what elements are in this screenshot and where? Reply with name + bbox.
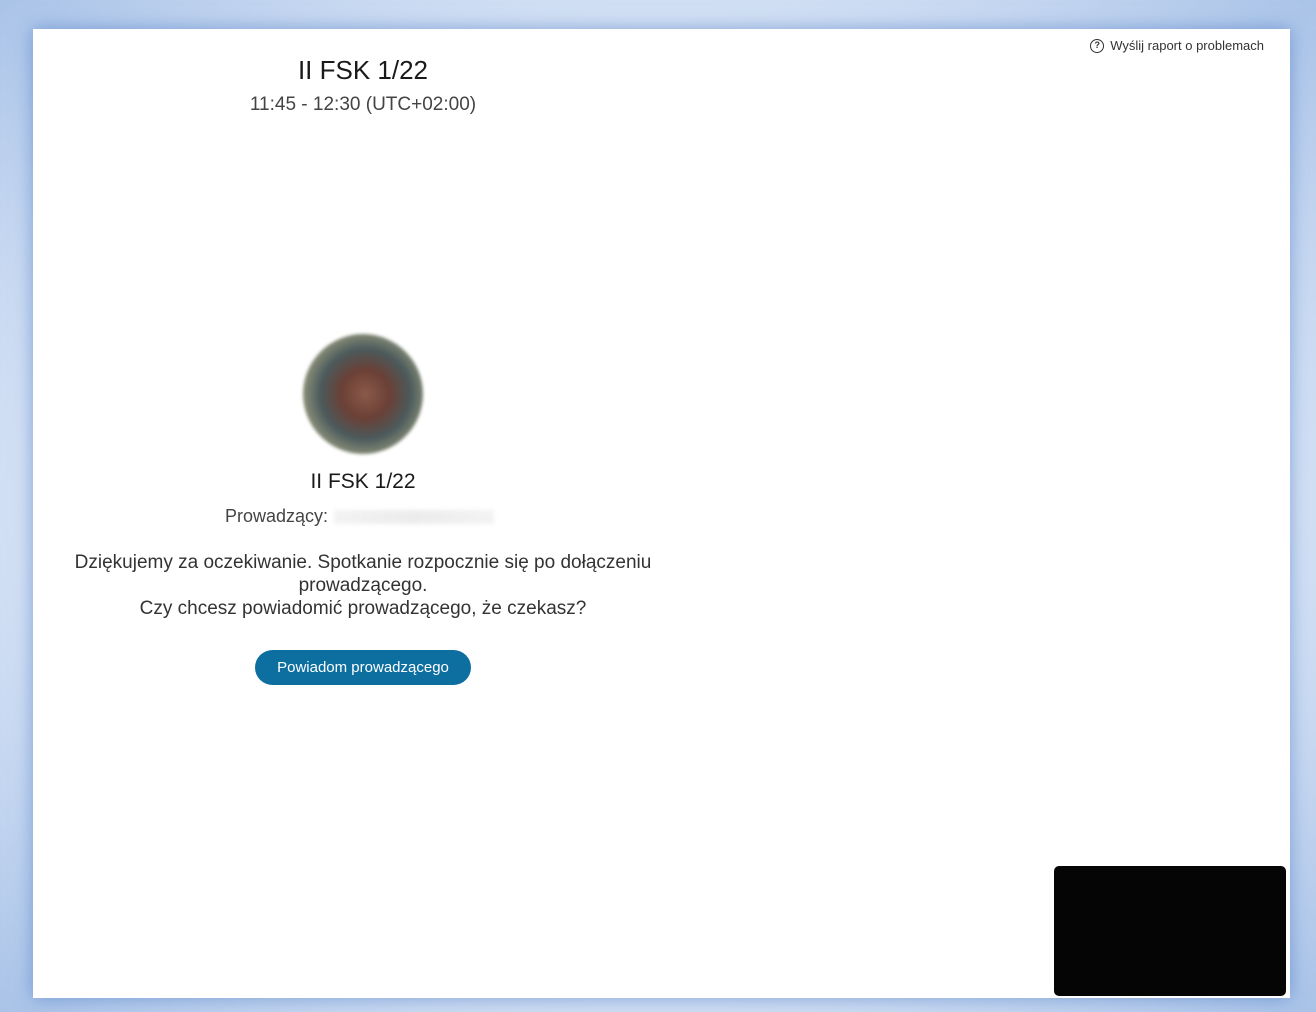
report-problem-label: Wyślij raport o problemach <box>1110 38 1264 53</box>
notify-host-button[interactable]: Powiadom prowadzącego <box>255 650 471 685</box>
host-label: Prowadzący: <box>225 506 329 526</box>
host-name-redacted <box>334 509 495 524</box>
page-title: II FSK 1/22 <box>297 55 429 85</box>
waiting-panel: II FSK 1/22 Prowadzący: Dziękujemy za oc… <box>33 334 693 685</box>
meeting-header: II FSK 1/22 11:45 - 12:30 (UTC+02:00) <box>33 55 693 116</box>
meeting-name: II FSK 1/22 <box>310 470 416 493</box>
report-problem-link[interactable]: ? Wyślij raport o problemach <box>1090 38 1264 53</box>
meeting-lobby-window: ? Wyślij raport o problemach II FSK 1/22… <box>33 29 1290 998</box>
host-line: Prowadzący: <box>33 506 693 527</box>
waiting-message-line1: Dziękujemy za oczekiwanie. Spotkanie roz… <box>74 552 652 596</box>
help-circle-icon: ? <box>1090 38 1105 53</box>
self-video-preview <box>1054 866 1286 996</box>
meeting-time: 11:45 - 12:30 (UTC+02:00) <box>249 94 477 115</box>
host-avatar <box>303 334 423 454</box>
waiting-message-line2: Czy chcesz powiadomić prowadzącego, że c… <box>139 598 587 619</box>
waiting-message: Dziękujemy za oczekiwanie. Spotkanie roz… <box>33 551 693 620</box>
